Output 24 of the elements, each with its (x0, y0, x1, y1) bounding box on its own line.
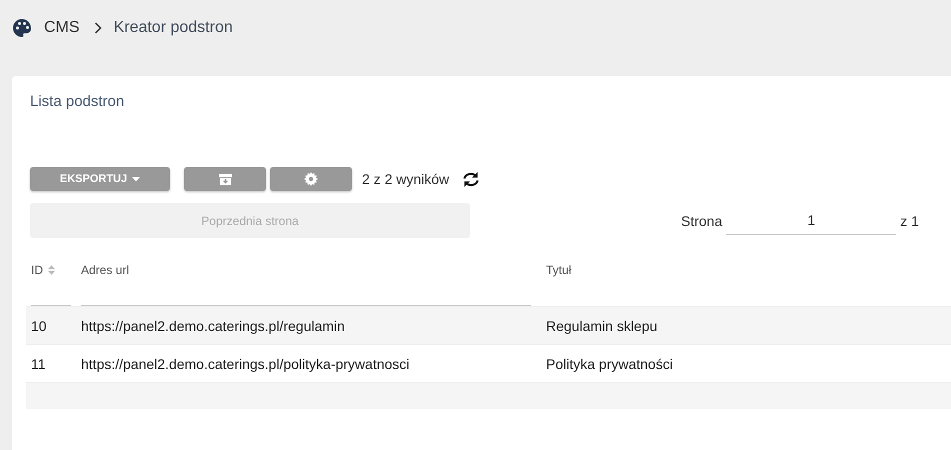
table-cell-text: Polityka prywatności (545, 356, 674, 372)
archive-icon (218, 172, 232, 186)
sort-icon[interactable] (48, 265, 55, 275)
result-count: 2 z 2 wyników (362, 171, 450, 187)
breadcrumb-link[interactable]: CMS (44, 19, 80, 37)
table-cell-text: Regulamin sklepu (545, 318, 658, 334)
caret-icon (132, 176, 140, 182)
column-header[interactable]: Adres url (81, 263, 130, 277)
table-cell-text: 10 (30, 318, 48, 334)
refresh-icon[interactable] (461, 170, 482, 188)
table-cell-text: https://panel2.demo.caterings.pl/regulamin (80, 318, 346, 334)
breadcrumb-current[interactable]: Kreator podstron (114, 19, 233, 37)
card-title: Lista podstron (30, 93, 126, 110)
chevron-right-icon (94, 22, 102, 34)
archive-button[interactable] (184, 167, 266, 191)
table-cell-text: 11 (30, 356, 47, 372)
column-header[interactable]: Tytuł (546, 263, 572, 277)
page-label: Strona (681, 212, 722, 228)
palette-icon (12, 18, 32, 38)
column-header[interactable]: ID (31, 263, 43, 277)
page-total: z 1 (900, 212, 919, 228)
table-cell-text: https://panel2.demo.caterings.pl/polityka-prywatnosci (80, 356, 410, 372)
settings-icon (304, 172, 318, 186)
settings-button[interactable] (270, 167, 352, 191)
